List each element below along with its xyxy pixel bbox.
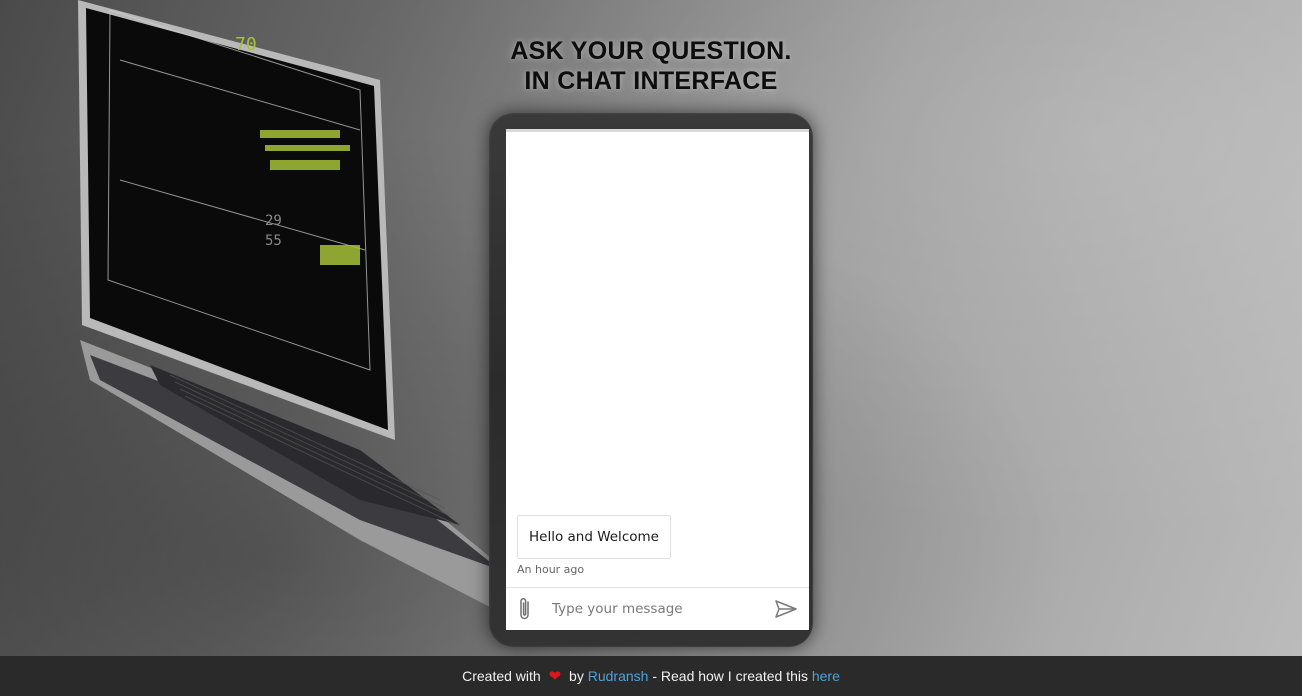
footer-middle: - Read how I created this [652, 668, 808, 684]
footer-by: by [569, 668, 584, 684]
message-input[interactable] [552, 594, 762, 624]
chat-message-timestamp: An hour ago [517, 563, 585, 576]
page-headline: ASK YOUR QUESTION. IN CHAT INTERFACE [0, 36, 1302, 96]
paperclip-icon[interactable] [516, 596, 534, 622]
chat-message-bubble: Hello and Welcome [517, 515, 671, 559]
message-composer [506, 587, 809, 630]
page-footer: Created with ❤ by Rudransh - Read how I … [0, 656, 1302, 696]
here-link[interactable]: here [812, 668, 840, 684]
heart-icon: ❤ [548, 668, 562, 685]
footer-prefix: Created with [462, 668, 541, 684]
headline-line-2: IN CHAT INTERFACE [524, 67, 778, 95]
svg-text:55: 55 [265, 233, 282, 249]
chat-window: Hello and Welcome An hour ago [506, 129, 809, 630]
headline-line-1: ASK YOUR QUESTION. [510, 37, 792, 65]
laptop-illustration: 70 29 55 [78, 0, 530, 620]
author-link[interactable]: Rudransh [588, 668, 649, 684]
send-icon[interactable] [774, 598, 798, 620]
svg-text:29: 29 [265, 213, 282, 229]
